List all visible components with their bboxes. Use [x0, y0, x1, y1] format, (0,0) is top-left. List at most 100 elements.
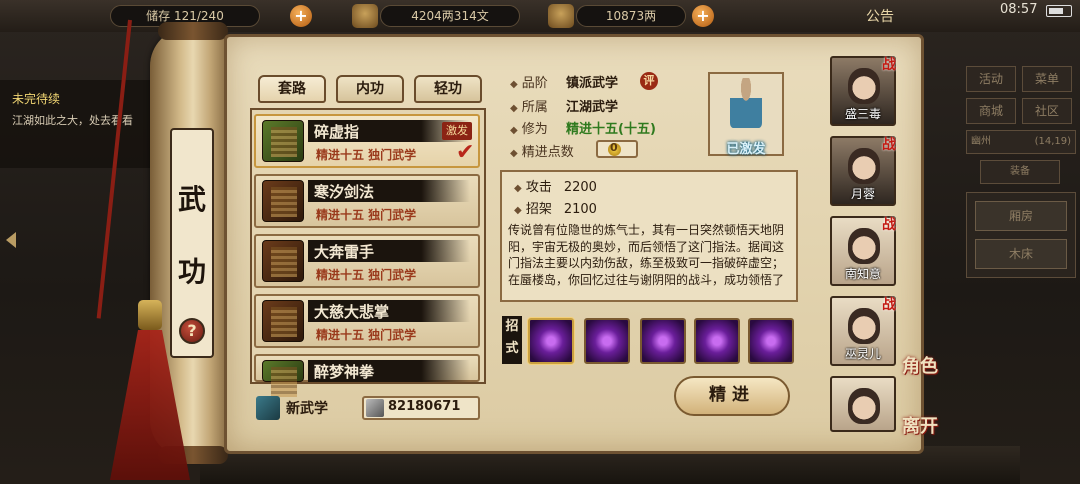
points-value: 0	[610, 141, 618, 154]
activated-badge: 激发	[442, 122, 472, 140]
move-icon-5[interactable]	[748, 318, 794, 364]
character-portrait	[848, 308, 880, 344]
cultivation-label: ◆ 修为	[510, 118, 548, 137]
character-name: 盛三毒	[844, 107, 881, 121]
skill-coin-display: 82180671	[362, 396, 480, 420]
book-coin-icon	[366, 399, 384, 417]
move-icon-3[interactable]	[640, 318, 686, 364]
new-skill-book-icon	[256, 396, 280, 420]
skill-subtitle: 精进十五 独门武学	[316, 208, 417, 222]
tab-inner-skill[interactable]: 内功	[336, 75, 404, 103]
attack-label: 攻击	[525, 180, 552, 195]
character-portrait	[848, 148, 880, 184]
skill-name: 醉梦神拳	[314, 363, 375, 381]
diamond-icon: ◆	[510, 125, 518, 136]
shop-button[interactable]: 商城	[966, 98, 1016, 124]
skill-item-3[interactable]: 大慈大悲掌 精进十五 独门武学	[254, 294, 480, 348]
belong-value: 江湖武学	[566, 100, 619, 115]
grade-label: ◆ 品阶	[510, 72, 548, 91]
skill-name: 碎虚指	[314, 123, 360, 141]
grade-badge[interactable]: 评	[640, 72, 658, 90]
parry-value: 2100	[563, 202, 597, 217]
skill-book-icon	[262, 300, 304, 342]
add-storage-button[interactable]: +	[290, 5, 312, 27]
grade-label-text: 品阶	[521, 76, 548, 91]
leave-button[interactable]: 离开	[902, 412, 938, 438]
bag-button[interactable]: 装备	[980, 160, 1060, 184]
silver-counter: 4204两314文	[380, 5, 520, 27]
grade-value: 镇派武学	[566, 76, 619, 91]
battle-mark: 战	[882, 217, 896, 233]
title-char-2: 功	[177, 255, 206, 288]
skill-book-icon	[262, 240, 304, 282]
new-skill-label: 新武学	[286, 401, 328, 417]
diamond-icon: ◆	[510, 79, 518, 90]
attack-value: 2200	[563, 180, 597, 195]
skill-item-1[interactable]: 寒汐剑法 精进十五 独门武学	[254, 174, 480, 228]
help-button[interactable]: ?	[179, 318, 205, 344]
skill-item-2[interactable]: 大奔雷手 精进十五 独门武学	[254, 234, 480, 288]
quest-tracker[interactable]: 未完待续 江湖如此之大，处去看看	[0, 80, 150, 168]
points-label: ◆ 精进点数	[510, 141, 574, 160]
character-portrait	[848, 228, 880, 264]
skill-subtitle: 精进十五 独门武学	[316, 148, 417, 162]
activity-button[interactable]: 活动	[966, 66, 1016, 92]
skill-item-0[interactable]: 碎虚指 激发 精进十五 独门武学 ✔	[254, 114, 480, 168]
move-icon-1[interactable]	[528, 318, 574, 364]
move-icon-2[interactable]	[584, 318, 630, 364]
skill-book-icon	[262, 120, 304, 162]
meditating-monk-icon	[730, 78, 762, 128]
skill-subtitle: 精进十五 独门武学	[316, 268, 417, 282]
room-item-wing[interactable]: 厢房	[975, 201, 1067, 231]
add-gold-button[interactable]: +	[692, 5, 714, 27]
skill-coin-value: 82180671	[388, 399, 461, 414]
character-name: 巫灵儿	[844, 347, 881, 361]
expand-left-arrow-icon[interactable]	[6, 232, 16, 248]
role-button[interactable]: 角色	[902, 352, 938, 378]
character-name: 南知意	[844, 267, 881, 281]
diamond-icon: ◆	[510, 103, 518, 114]
silver-icon	[352, 4, 378, 28]
character-portrait	[848, 68, 880, 104]
skill-subtitle: 精进十五 独门武学	[316, 328, 417, 342]
clock: 08:57	[1000, 2, 1038, 17]
cultivation-label-text: 修为	[521, 122, 548, 137]
battle-mark: 战	[882, 57, 896, 73]
skill-book-icon	[262, 180, 304, 222]
battle-mark: 战	[882, 137, 896, 153]
points-box: 0	[596, 140, 638, 158]
menu-button[interactable]: 菜单	[1022, 66, 1072, 92]
room-list: 厢房 木床	[966, 192, 1076, 278]
skill-name: 大慈大悲掌	[314, 303, 390, 321]
gold-counter: 10873两	[576, 5, 686, 27]
parry-label: 招架	[525, 202, 552, 217]
jingjin-button[interactable]: 精进	[674, 376, 790, 416]
right-menu: 活动 菜单 商城 社区 幽州 (14,19) 装备 厢房 木床	[966, 66, 1076, 278]
community-button[interactable]: 社区	[1022, 98, 1072, 124]
location-name: 幽州	[971, 136, 991, 147]
tassel-knot	[138, 300, 162, 330]
character-card-4[interactable]	[830, 376, 896, 432]
notice-button[interactable]: 公告	[866, 6, 894, 26]
character-name: 月蓉	[850, 187, 875, 201]
title-char-1: 武	[177, 183, 206, 216]
move-icon-4[interactable]	[694, 318, 740, 364]
battery-icon	[1046, 5, 1072, 17]
skill-name: 大奔雷手	[314, 243, 375, 261]
moves-label: 招式	[502, 316, 522, 364]
tab-routines[interactable]: 套路	[258, 75, 326, 103]
room-item-bed[interactable]: 木床	[975, 239, 1067, 269]
scroll-cap-top	[158, 22, 228, 40]
skill-book-icon	[262, 360, 304, 397]
points-label-text: 精进点数	[521, 145, 574, 160]
belong-label: ◆ 所属	[510, 96, 548, 115]
tab-lightness-skill[interactable]: 轻功	[414, 75, 482, 103]
new-skill-button[interactable]: 新武学	[256, 396, 352, 420]
attack-stat: ◆ 攻击 2200	[514, 180, 597, 195]
skill-name: 寒汐剑法	[314, 183, 375, 201]
belong-label-text: 所属	[521, 100, 548, 115]
skill-item-4[interactable]: 醉梦神拳	[254, 354, 480, 397]
location-coords: (14,19)	[1034, 136, 1071, 147]
parry-stat: ◆ 招架 2100	[514, 202, 597, 217]
location-display: 幽州 (14,19)	[966, 130, 1076, 154]
